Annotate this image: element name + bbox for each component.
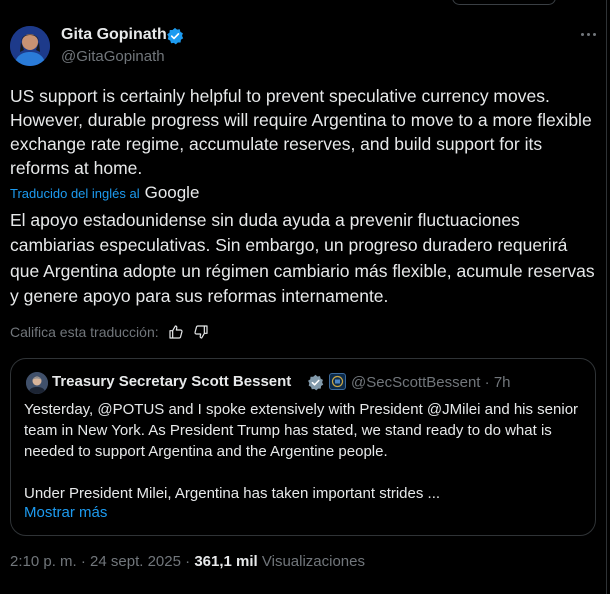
author-handle[interactable]: @GitaGopinath: [61, 48, 165, 65]
quoted-tweet-card[interactable]: Treasury Secretary Scott Bessent @SecSco…: [10, 358, 596, 536]
meta-separator: ·: [484, 374, 490, 391]
rate-translation-label: Califica esta traducción:: [10, 324, 159, 340]
more-options-button[interactable]: [574, 24, 602, 44]
thumbs-up-icon[interactable]: [168, 324, 184, 340]
meta-separator: ·: [80, 553, 86, 570]
google-logo: Google: [144, 183, 200, 202]
meta-separator: ·: [185, 553, 191, 570]
author-name[interactable]: Gita Gopinath: [61, 26, 167, 44]
rate-translation-row: Califica esta traducción:: [10, 322, 209, 342]
top-button-edge[interactable]: [452, 0, 556, 5]
show-more-link[interactable]: Mostrar más: [24, 504, 107, 521]
more-horizontal-icon: [592, 32, 596, 36]
views-count: 361,1 mil: [194, 553, 258, 570]
quoted-meta: @SecScottBessent · 7h: [351, 374, 511, 391]
translation-attribution: Traducido del inglés al Google: [10, 183, 199, 203]
thumbs-down-icon[interactable]: [193, 324, 209, 340]
more-horizontal-icon: [580, 32, 584, 36]
quoted-tweet-text: Yesterday, @POTUS and I spoke extensivel…: [24, 401, 579, 502]
quoted-time-ago[interactable]: 7h: [494, 374, 511, 391]
translated-from-link[interactable]: Traducido del inglés al: [10, 186, 140, 201]
quoted-author-handle[interactable]: @SecScottBessent: [351, 374, 480, 391]
column-divider: [606, 0, 607, 594]
verified-badge-icon: [167, 27, 184, 45]
author-avatar[interactable]: [10, 26, 50, 66]
quoted-author-avatar[interactable]: [26, 372, 48, 394]
tweet-footer: 2:10 p. m. · 24 sept. 2025 · 361,1 mil V…: [10, 553, 365, 570]
verified-badge-icon: [308, 374, 324, 391]
more-horizontal-icon: [586, 32, 590, 36]
tweet-text: US support is certainly helpful to preve…: [10, 86, 592, 178]
tweet-time[interactable]: 2:10 p. m.: [10, 553, 77, 570]
translation-text: El apoyo estadounidense sin duda ayuda a…: [10, 210, 595, 306]
views-label: Visualizaciones: [261, 553, 365, 570]
quoted-author-name[interactable]: Treasury Secretary Scott Bessent: [52, 373, 291, 390]
tweet-date[interactable]: 24 sept. 2025: [90, 553, 181, 570]
treasury-seal-icon[interactable]: [329, 373, 346, 390]
